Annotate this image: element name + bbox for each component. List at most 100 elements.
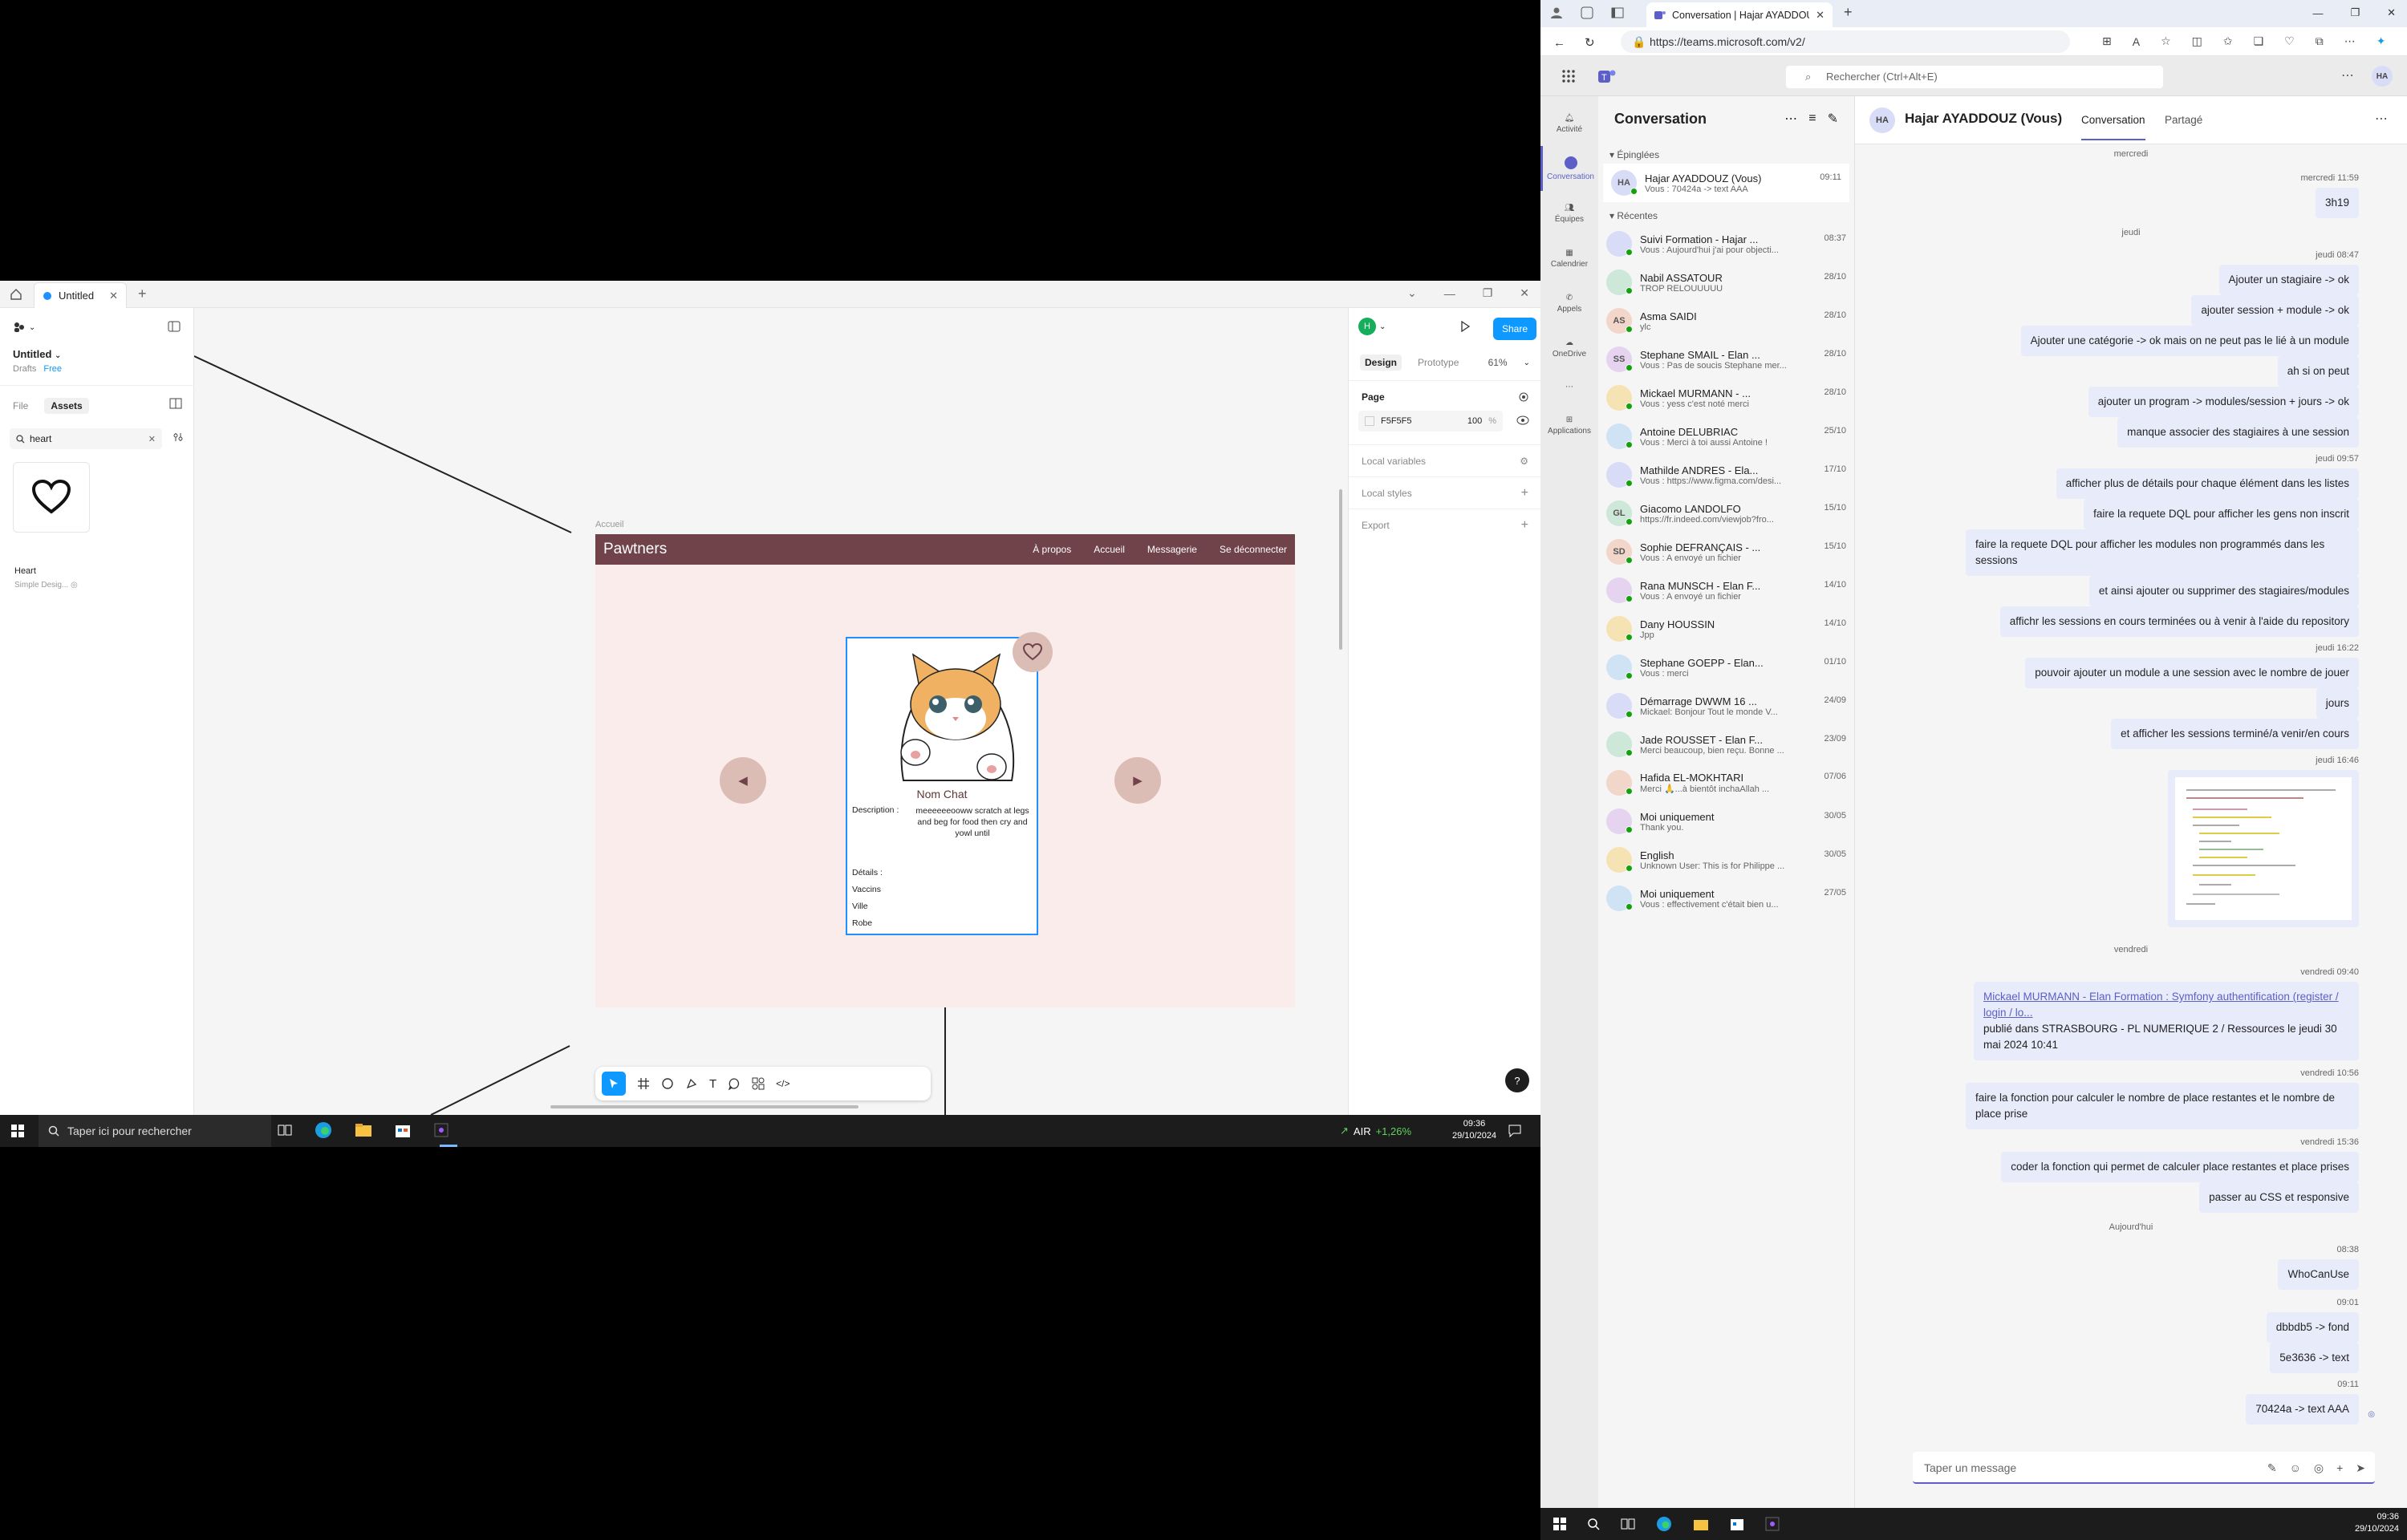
file-explorer-icon[interactable] <box>355 1122 372 1138</box>
chat-list-item[interactable]: Nabil ASSATOUR 28/10 TROP RELOUUUUU <box>1598 263 1854 302</box>
shape-tool-icon[interactable] <box>661 1077 674 1090</box>
extensions-icon[interactable]: ⧉ <box>2316 34 2324 48</box>
rail-calendrier[interactable]: ▦ Calendrier <box>1540 236 1598 281</box>
rail-conversation[interactable]: Conversation <box>1540 146 1598 191</box>
chat-list-item[interactable]: SS Stephane SMAIL - Elan ... 28/10 Vous : P… <box>1598 340 1854 379</box>
message-bubble[interactable]: Ajouter une catégorie -> ok mais on ne p… <box>2020 326 2359 356</box>
read-aloud-icon[interactable]: A <box>2133 35 2140 48</box>
message-bubble[interactable]: 70424a -> text AAA <box>2246 1394 2359 1424</box>
favorites-icon[interactable]: ✩ <box>2223 34 2233 48</box>
filter-icon[interactable] <box>173 432 184 443</box>
emoji-icon[interactable]: ☺ <box>2290 1452 2301 1484</box>
notification-icon[interactable] <box>1508 1125 1521 1137</box>
refresh-icon[interactable]: ↻ <box>1585 35 1595 50</box>
weather-widget[interactable]: ↗ AIR +1,26% <box>1340 1115 1411 1147</box>
more-options-icon[interactable]: ⋯ <box>2344 34 2356 48</box>
taskbar-search[interactable]: Taper ici pour rechercher <box>39 1115 271 1147</box>
close-tab-icon[interactable]: ✕ <box>1816 9 1825 22</box>
workspaces-icon[interactable] <box>1581 6 1593 19</box>
asset-heart-thumbnail[interactable] <box>13 462 90 533</box>
page-fill-field[interactable]: F5F5F5 100 % <box>1358 411 1503 432</box>
browser-tab-teams[interactable]: Conversation | Hajar AYADDOUZ ✕ <box>1646 2 1833 27</box>
move-tool-icon[interactable] <box>602 1072 626 1096</box>
nav-a-propos[interactable]: À propos <box>1033 544 1071 555</box>
message-bubble[interactable]: et ainsi ajouter ou supprimer des stagia… <box>2088 576 2359 606</box>
rail-more[interactable]: ⋯ <box>1540 371 1598 403</box>
teams-search-input[interactable]: ⌕ Rechercher (Ctrl+Alt+E) <box>1786 66 2163 88</box>
pawtners-frame[interactable]: Pawtners À propos Accueil Messagerie Se … <box>595 534 1295 1007</box>
collections-icon[interactable]: ❏ <box>2254 34 2264 48</box>
tab-design[interactable]: Design <box>1360 355 1402 371</box>
new-tab-icon[interactable]: + <box>1844 4 1853 21</box>
attach-plus-icon[interactable]: + <box>2336 1452 2343 1484</box>
more-icon[interactable]: ⋯ <box>1784 111 1797 127</box>
pinned-chat-item[interactable]: HA Hajar AYADDOUZ (Vous) 09:11 Vous : 70424… <box>1603 164 1849 202</box>
pen-tool-icon[interactable] <box>685 1077 698 1090</box>
file-name[interactable]: Untitled ⌄ <box>13 348 61 360</box>
chat-list-item[interactable]: Antoine DELUBRIAC 25/10 Vous : Merci à toi… <box>1598 417 1854 456</box>
favorite-star-icon[interactable]: ☆ <box>2161 34 2171 48</box>
help-button[interactable]: ? <box>1505 1068 1529 1092</box>
chat-list-item[interactable]: Démarrage DWWM 16 ... 24/09 Mickael: Bonjo… <box>1598 687 1854 725</box>
back-icon[interactable]: ← <box>1553 36 1565 50</box>
new-chat-icon[interactable]: ✎ <box>1828 111 1838 127</box>
image-message[interactable] <box>2168 770 2359 927</box>
horizontal-scrollbar[interactable] <box>550 1105 858 1108</box>
close-window-icon[interactable]: ✕ <box>2387 6 2396 19</box>
variables-icon[interactable]: ⚙ <box>1520 456 1528 467</box>
present-icon[interactable] <box>1459 321 1471 332</box>
tab-file[interactable]: File <box>13 400 28 411</box>
vertical-scrollbar[interactable] <box>1339 489 1342 650</box>
message-compose-input[interactable]: Taper un message ✎ ☺ ◎ + ➤ <box>1913 1452 2375 1484</box>
maximize-icon[interactable]: ❐ <box>1483 286 1493 300</box>
message-bubble[interactable]: jours <box>2316 688 2359 719</box>
filter-icon[interactable]: ≡ <box>1808 111 1816 126</box>
rail-activite[interactable]: 🔔︎ Activité <box>1540 101 1598 146</box>
message-bubble[interactable]: 5e3636 -> text <box>2270 1343 2359 1373</box>
message-bubble[interactable]: faire la requete DQL pour afficher les m… <box>1966 529 2359 576</box>
more-options-icon[interactable]: ⋯ <box>2375 111 2388 127</box>
chat-list-item[interactable]: Mathilde ANDRES - Ela... 17/10 Vous : http… <box>1598 456 1854 494</box>
chat-list-item[interactable]: English 30/05 Unknown User: This is for Ph… <box>1598 841 1854 879</box>
new-tab-icon[interactable]: + <box>138 286 147 302</box>
send-icon[interactable]: ➤ <box>2356 1452 2365 1484</box>
message-bubble[interactable]: pouvoir ajouter un module a une session … <box>2025 658 2359 688</box>
loop-icon[interactable]: ◎ <box>2314 1452 2324 1484</box>
windows-start-icon[interactable] <box>11 1125 24 1137</box>
chat-list-item[interactable]: GL Giacomo LANDOLFO 15/10 https://fr.indeed… <box>1598 494 1854 533</box>
clear-icon[interactable]: ✕ <box>148 434 156 444</box>
figma-canvas[interactable]: Accueil Pawtners À propos Accueil Messag… <box>194 308 1348 1115</box>
share-button[interactable]: Share <box>1493 318 1536 340</box>
eye-dropper-icon[interactable] <box>1518 391 1529 403</box>
apps-icon[interactable]: ⊞ <box>2102 34 2112 48</box>
rail-onedrive[interactable]: ☁ OneDrive <box>1540 326 1598 371</box>
rail-appels[interactable]: ✆ Appels <box>1540 281 1598 326</box>
task-view-icon[interactable] <box>278 1123 292 1137</box>
shared-link[interactable]: Mickael MURMANN - Elan Formation : Symfo… <box>1983 989 2349 1021</box>
minimize-icon[interactable]: — <box>2312 7 2323 19</box>
chat-list-item[interactable]: Moi uniquement 27/05 Vous : effectivement … <box>1598 879 1854 918</box>
chat-list-item[interactable]: Jade ROUSSET - Elan F... 23/09 Merci beauc… <box>1598 725 1854 764</box>
chat-list-item[interactable]: Dany HOUSSIN 14/10 Jpp <box>1598 610 1854 648</box>
task-view-icon[interactable] <box>1621 1518 1635 1530</box>
chat-list-item[interactable]: Moi uniquement 30/05 Thank you. <box>1598 802 1854 841</box>
frame-tool-icon[interactable] <box>637 1077 650 1090</box>
edge-app-icon[interactable] <box>1656 1516 1672 1532</box>
tab-partage[interactable]: Partagé <box>2165 114 2202 126</box>
figma-app-icon[interactable] <box>433 1122 449 1138</box>
message-bubble[interactable]: 3h19 <box>2315 188 2359 218</box>
rail-applications[interactable]: ⊞ Applications <box>1540 403 1598 448</box>
chat-list-item[interactable]: SD Sophie DEFRANÇAIS - ... 15/10 Vous : A e… <box>1598 533 1854 571</box>
taskbar-clock[interactable]: 09:36 29/10/2024 <box>1452 1118 1496 1142</box>
chevron-down-icon[interactable]: ⌄ <box>1407 286 1417 300</box>
pinned-section[interactable]: ▾ Épinglées <box>1598 141 1854 164</box>
tab-conversation[interactable]: Conversation <box>2081 114 2145 140</box>
sidebar-toggle-icon[interactable] <box>168 321 181 332</box>
home-icon[interactable] <box>10 288 22 301</box>
format-icon[interactable]: ✎ <box>2267 1452 2277 1484</box>
edge-app-icon[interactable] <box>315 1121 332 1139</box>
rail-equipes[interactable]: 👥︎ Équipes <box>1540 191 1598 236</box>
message-bubble[interactable]: afficher plus de détails pour chaque élé… <box>2056 468 2359 499</box>
drafts-link[interactable]: Drafts <box>13 364 36 374</box>
message-bubble[interactable]: coder la fonction qui permet de calculer… <box>2001 1152 2359 1182</box>
